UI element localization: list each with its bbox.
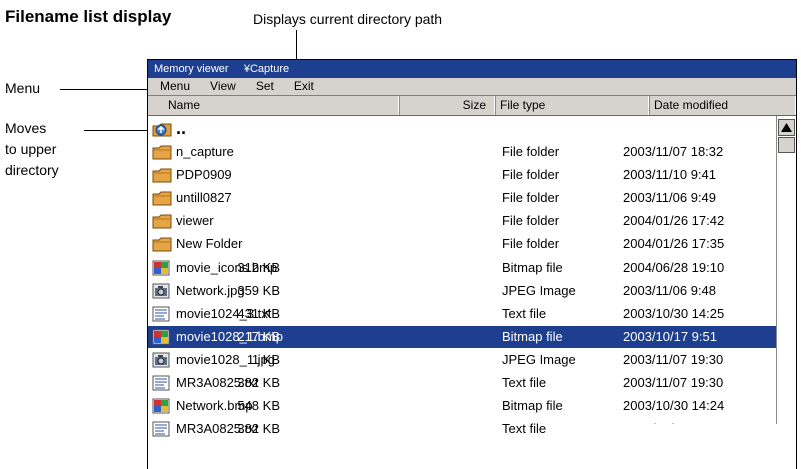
- file-size: 359 KB: [237, 282, 280, 298]
- file-row[interactable]: Network.bmp 548 KB Bitmap file 2003/10/30 1…: [148, 395, 776, 417]
- bitmap-icon: [152, 329, 170, 345]
- file-row[interactable]: movie1028_1.jpg 1 KB JPEG Image 2003/11/07 …: [148, 349, 776, 371]
- file-name: untill0827: [176, 190, 232, 206]
- menu-bar: Menu View Set Exit: [148, 78, 796, 96]
- file-type: Bitmap file: [502, 398, 563, 414]
- file-date: 2003/11/07 19:30: [623, 375, 724, 390]
- file-name: n_capture: [176, 144, 234, 159]
- file-date: 2004/01/26 17:35: [623, 236, 725, 252]
- file-size: 217 KB: [237, 328, 280, 344]
- file-type: Text file: [502, 421, 547, 437]
- file-row[interactable]: untill0827 File folder 2003/11/06 9:49: [148, 187, 776, 209]
- file-row[interactable]: Network.jpg 359 KB JPEG Image 2003/11/06 9:…: [148, 280, 776, 302]
- upper-dir-annotation: Moves to upper directory: [5, 118, 59, 181]
- window-titlebar: Memory viewer ¥Capture: [148, 60, 796, 78]
- path-annotation: Displays current directory path: [253, 11, 443, 27]
- file-date: 2003/11/07 18:32: [623, 144, 724, 159]
- up-directory-row[interactable]: ..: [148, 118, 776, 140]
- file-type: File folder: [502, 144, 560, 159]
- text-icon: [152, 375, 170, 391]
- column-header-bar: Name Size File type Date modified: [148, 96, 796, 116]
- folder-icon: [152, 167, 172, 183]
- file-date: 2004/01/26 17:42: [623, 213, 725, 229]
- up-directory-label: ..: [176, 118, 187, 138]
- bitmap-icon: [152, 398, 170, 414]
- file-row[interactable]: movie_icons.bmp 312 KB Bitmap file 2004/06/…: [148, 257, 776, 279]
- scroll-up-button[interactable]: [778, 119, 795, 136]
- upper-note-line-2: to upper: [5, 141, 57, 157]
- folder-icon: [152, 144, 172, 160]
- file-date: 2004/06/28 19:10: [623, 259, 725, 275]
- file-size: 382 KB: [237, 421, 280, 437]
- blank-overlay: [617, 424, 777, 469]
- file-row[interactable]: MR3A0825.txt 382 KB Text file 2003/11/07 19…: [148, 372, 776, 394]
- menu-item-view[interactable]: View: [200, 78, 246, 95]
- jpeg-icon: [152, 283, 170, 299]
- file-name: viewer: [176, 213, 214, 229]
- file-type: File folder: [502, 213, 560, 229]
- file-date: 2003/10/30 14:25: [623, 305, 725, 321]
- folder-icon: [152, 236, 172, 252]
- file-type: JPEG Image: [502, 351, 576, 367]
- file-type: Bitmap file: [502, 259, 563, 275]
- file-date: 2003/10/30 14:24: [623, 398, 725, 414]
- file-size: 312 KB: [237, 259, 280, 275]
- text-icon: [152, 306, 170, 322]
- menu-annotation: Menu: [5, 80, 41, 96]
- column-header-date-modified[interactable]: Date modified: [649, 96, 796, 115]
- file-type: Text file: [502, 305, 547, 321]
- file-date: 2003/10/17 9:51: [623, 328, 717, 344]
- folder-icon: [152, 213, 172, 229]
- text-icon: [152, 421, 170, 437]
- upper-note-line-1: Moves: [5, 120, 47, 136]
- file-type: File folder: [502, 167, 560, 183]
- page-heading: Filename list display: [5, 7, 172, 26]
- upper-note-line-3: directory: [5, 162, 59, 178]
- file-type: File folder: [502, 236, 560, 252]
- memory-viewer-window: Memory viewer ¥Capture Menu View Set Exi…: [147, 59, 797, 469]
- jpeg-icon: [152, 352, 170, 368]
- file-type: JPEG Image: [502, 282, 576, 298]
- folder-icon: [152, 190, 172, 206]
- file-date: 2003/11/06 9:48: [623, 282, 717, 298]
- bitmap-icon: [152, 260, 170, 276]
- file-row[interactable]: movie1028_1.bmp 217 KB Bitmap file 2003/10/…: [148, 325, 776, 348]
- current-path: ¥Capture: [243, 63, 290, 75]
- file-size: 382 KB: [237, 375, 280, 390]
- column-header-file-type[interactable]: File type: [495, 96, 649, 115]
- file-type: Bitmap file: [502, 328, 563, 344]
- file-size: 1 KB: [251, 351, 280, 367]
- file-row[interactable]: movie1024_3.txt 431 KB Text file 2003/10/30…: [148, 303, 776, 325]
- vertical-scrollbar[interactable]: [776, 116, 796, 469]
- file-row[interactable]: viewer File folder 2004/01/26 17:42: [148, 210, 776, 232]
- file-row[interactable]: PDP0909 File folder 2003/11/10 9:41: [148, 164, 776, 186]
- file-size: 431 KB: [237, 305, 280, 321]
- file-type: Text file: [502, 375, 547, 390]
- menu-item-menu[interactable]: Menu: [148, 78, 200, 95]
- column-header-size[interactable]: Size: [399, 96, 495, 115]
- file-type: File folder: [502, 190, 560, 206]
- up-folder-icon: [152, 121, 172, 137]
- file-name: New Folder: [176, 236, 243, 252]
- file-name: PDP0909: [176, 167, 232, 183]
- arrow-up-icon: [781, 123, 792, 132]
- file-date: 2003/11/07 19:30: [623, 351, 724, 367]
- menu-item-exit[interactable]: Exit: [284, 78, 324, 95]
- column-header-name[interactable]: Name: [148, 96, 399, 115]
- menu-item-set[interactable]: Set: [246, 78, 284, 95]
- window-title: Memory viewer: [154, 63, 229, 75]
- file-name: Network.jpg: [176, 282, 245, 298]
- file-row[interactable]: n_capture File folder 2003/11/07 18:32: [148, 141, 776, 163]
- file-date: 2003/11/06 9:49: [623, 190, 717, 206]
- file-date: 2003/11/10 9:41: [623, 167, 717, 183]
- file-row[interactable]: New Folder File folder 2004/01/26 17:35: [148, 233, 776, 255]
- scroll-thumb[interactable]: [778, 137, 795, 153]
- file-size: 548 KB: [237, 398, 280, 414]
- file-list: .. n_capture File folder 2003/11/07 18:32 P…: [148, 116, 776, 469]
